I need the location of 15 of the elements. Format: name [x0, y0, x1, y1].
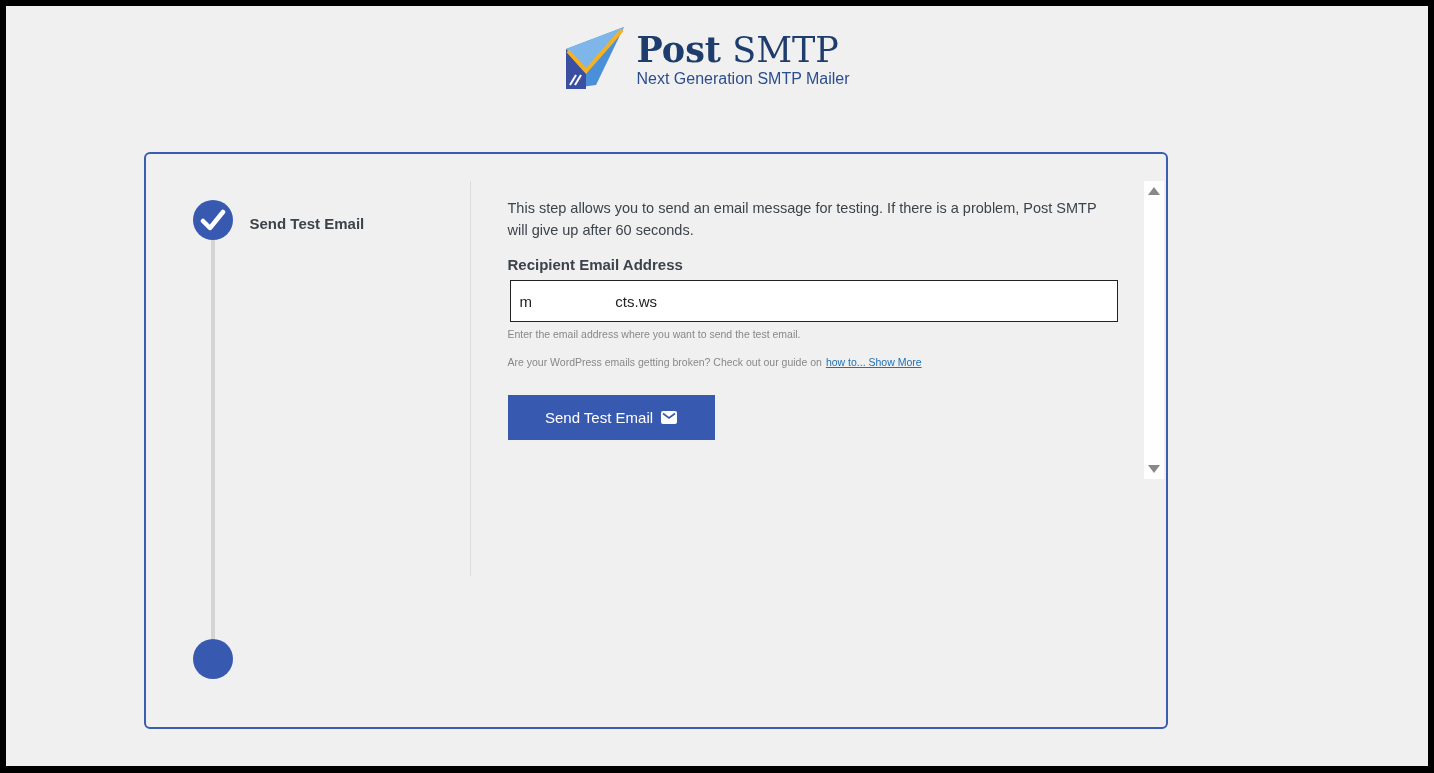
- send-test-email-button[interactable]: Send Test Email: [507, 395, 715, 440]
- field-label: Recipient Email Address: [507, 256, 684, 273]
- guide-link[interactable]: how to... Show More: [825, 356, 922, 368]
- step-label: Send Test Email: [249, 215, 366, 232]
- scroll-down-arrow-icon[interactable]: [1147, 465, 1160, 473]
- scroll-up-arrow-icon[interactable]: [1147, 187, 1160, 195]
- field-hint: Enter the email address where you want to send the test email.: [507, 328, 802, 340]
- guide-text: Are your WordPress emails getting broken? Check out our guide on how to... Show More: [507, 356, 923, 368]
- paper-plane-logo-icon: [564, 27, 627, 91]
- logo-title: Post SMTP: [636, 30, 840, 69]
- envelope-icon: [661, 411, 678, 424]
- email-input-field[interactable]: m cts.ws: [509, 280, 1118, 322]
- logo-tagline: Next Generation SMTP Mailer: [636, 69, 850, 88]
- description-text: This step allows you to send an email message for testing. If there is a problem, Post SMTP will give up after 60 seconds.: [507, 199, 1098, 240]
- scrollbar[interactable]: [1143, 181, 1164, 479]
